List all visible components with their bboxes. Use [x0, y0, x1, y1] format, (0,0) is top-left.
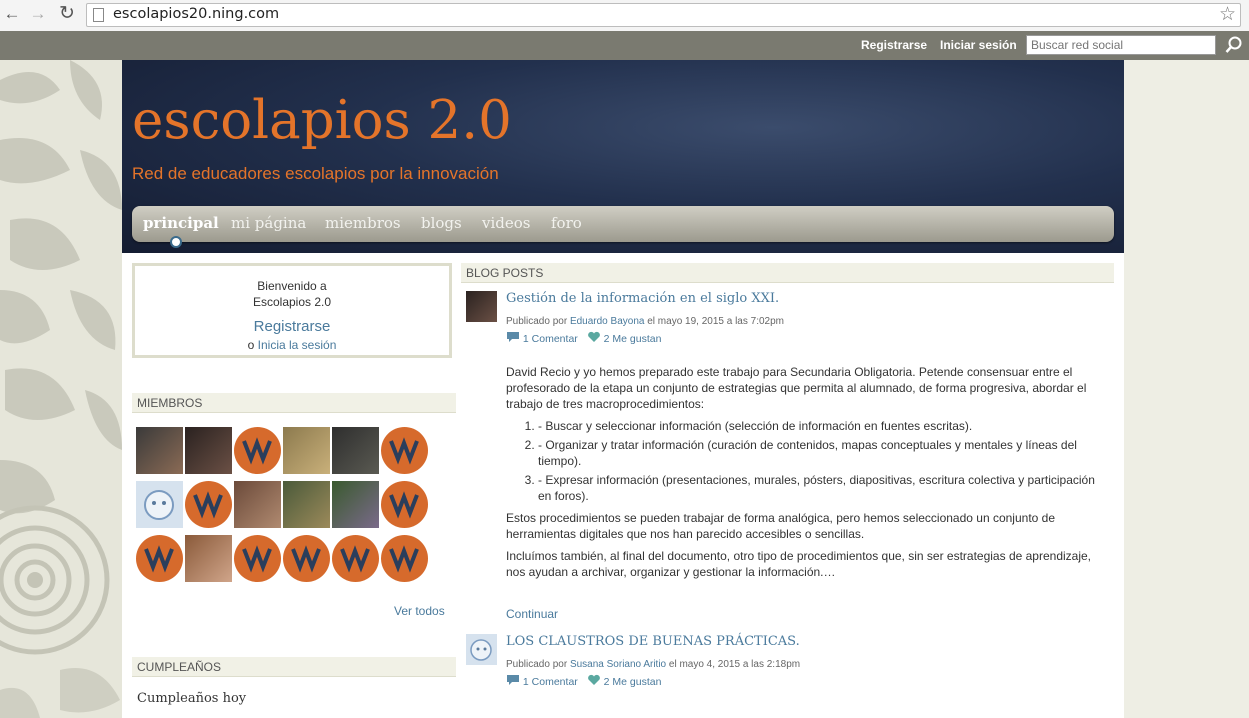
published-by-label: Publicado por	[506, 316, 568, 327]
heart-icon[interactable]	[587, 331, 601, 346]
signup-link[interactable]: Registrarse	[861, 38, 927, 52]
search-input[interactable]	[1026, 35, 1216, 55]
welcome-login-link[interactable]: Inicia la sesión	[258, 338, 337, 352]
member-avatar[interactable]	[185, 427, 232, 474]
member-avatar[interactable]	[136, 481, 183, 528]
post-list: - Buscar y seleccionar información (sele…	[506, 418, 1106, 504]
post-actions: 1 Comentar 2 Me gustan	[506, 331, 661, 346]
nav-blogs[interactable]: blogs	[421, 214, 462, 232]
welcome-box: Bienvenido a Escolapios 2.0 Registrarse …	[132, 263, 452, 358]
login-link[interactable]: Iniciar sesión	[940, 38, 1017, 52]
nav-foro[interactable]: foro	[551, 214, 582, 232]
comment-link[interactable]: 1 Comentar	[523, 333, 578, 345]
post-meta: Publicado por Susana Soriano Aritio el m…	[506, 659, 800, 670]
post-paragraph: Incluímos también, al final del document…	[506, 549, 1091, 579]
comment-icon[interactable]	[506, 331, 520, 346]
nav-videos[interactable]: videos	[482, 214, 530, 232]
main-nav: principal mi página miembros blogs video…	[132, 206, 1114, 248]
post-author-link[interactable]: Susana Soriano Aritio	[570, 659, 666, 670]
post-list-item: - Organizar y tratar información (curaci…	[538, 437, 1106, 469]
member-avatar[interactable]	[332, 535, 379, 582]
post-actions: 1 Comentar 2 Me gustan	[506, 674, 661, 689]
member-avatar[interactable]	[283, 427, 330, 474]
post-list-item: - Buscar y seleccionar información (sele…	[538, 418, 1106, 434]
likes-link[interactable]: 2 Me gustan	[604, 676, 662, 688]
post-paragraph: Estos procedimientos se pueden trabajar …	[506, 511, 1056, 541]
welcome-signup-link[interactable]: Registrarse	[135, 318, 449, 335]
search-icon[interactable]	[1224, 35, 1244, 55]
or-text: o	[247, 338, 255, 352]
likes-link[interactable]: 2 Me gustan	[604, 333, 662, 345]
member-avatar[interactable]	[332, 481, 379, 528]
member-avatar[interactable]	[234, 481, 281, 528]
member-avatar[interactable]	[283, 481, 330, 528]
back-arrow-icon[interactable]: ←	[2, 4, 22, 24]
blog-posts-header: BLOG POSTS	[461, 263, 1114, 283]
member-avatar[interactable]	[185, 481, 232, 528]
right-margin	[1124, 60, 1249, 718]
welcome-login-line: o Inicia la sesión	[135, 338, 449, 352]
heart-icon[interactable]	[587, 674, 601, 689]
active-nav-indicator	[170, 236, 182, 248]
member-avatar[interactable]	[136, 427, 183, 474]
page-icon	[93, 8, 104, 22]
post-meta: Publicado por Eduardo Bayona el mayo 19,…	[506, 316, 784, 327]
address-bar[interactable]: escolapios20.ning.com ☆	[86, 3, 1241, 27]
continue-reading-link[interactable]: Continuar	[506, 607, 558, 621]
comment-link[interactable]: 1 Comentar	[523, 676, 578, 688]
forward-arrow-icon[interactable]: →	[28, 4, 48, 24]
post-list-item: - Expresar información (presentaciones, …	[538, 472, 1106, 504]
member-avatar[interactable]	[381, 481, 428, 528]
member-avatar[interactable]	[381, 427, 428, 474]
member-avatar[interactable]	[381, 535, 428, 582]
background-pattern	[0, 60, 122, 718]
member-avatar[interactable]	[234, 535, 281, 582]
main-content: Bienvenido a Escolapios 2.0 Registrarse …	[122, 253, 1124, 718]
post-title[interactable]: Gestión de la información en el siglo XX…	[506, 291, 779, 306]
bookmark-star-icon[interactable]: ☆	[1219, 4, 1236, 26]
birthdays-header: CUMPLEAÑOS	[132, 657, 456, 677]
network-top-bar: Registrarse Iniciar sesión	[0, 31, 1249, 60]
welcome-line1: Bienvenido a	[257, 279, 327, 293]
published-by-label: Publicado por	[506, 659, 568, 670]
member-avatar[interactable]	[185, 535, 232, 582]
birthdays-today-label: Cumpleaños hoy	[137, 691, 247, 706]
member-avatar[interactable]	[283, 535, 330, 582]
reload-icon[interactable]: ↻	[57, 4, 77, 24]
site-tagline: Red de educadores escolapios por la inno…	[132, 164, 499, 183]
post-date: el mayo 4, 2015 a las 2:18pm	[668, 659, 801, 670]
browser-toolbar: ← → ↻ escolapios20.ning.com ☆	[0, 0, 1249, 32]
members-header: MIEMBROS	[132, 393, 456, 413]
post-date: el mayo 19, 2015 a las 7:02pm	[647, 316, 784, 327]
member-avatar[interactable]	[234, 427, 281, 474]
url-text: escolapios20.ning.com	[113, 6, 280, 22]
post-author-link[interactable]: Eduardo Bayona	[570, 316, 645, 327]
post-body: David Recio y yo hemos preparado este tr…	[506, 364, 1106, 586]
site-header: escolapios 2.0 Red de educadores escolap…	[122, 60, 1124, 253]
nav-mi-pagina[interactable]: mi página	[231, 214, 306, 232]
post-author-avatar[interactable]	[466, 291, 497, 322]
member-avatar[interactable]	[136, 535, 183, 582]
comment-icon[interactable]	[506, 674, 520, 689]
nav-principal[interactable]: principal	[143, 214, 219, 232]
member-avatar[interactable]	[332, 427, 379, 474]
post-author-avatar[interactable]	[466, 634, 497, 665]
nav-miembros[interactable]: miembros	[325, 214, 401, 232]
see-all-members-link[interactable]: Ver todos	[394, 604, 445, 618]
post-title[interactable]: LOS CLAUSTROS DE BUENAS PRÁCTICAS.	[506, 634, 800, 649]
site-title[interactable]: escolapios 2.0	[132, 90, 512, 151]
post-intro: David Recio y yo hemos preparado este tr…	[506, 365, 1087, 411]
welcome-line2: Escolapios 2.0	[252, 295, 332, 309]
